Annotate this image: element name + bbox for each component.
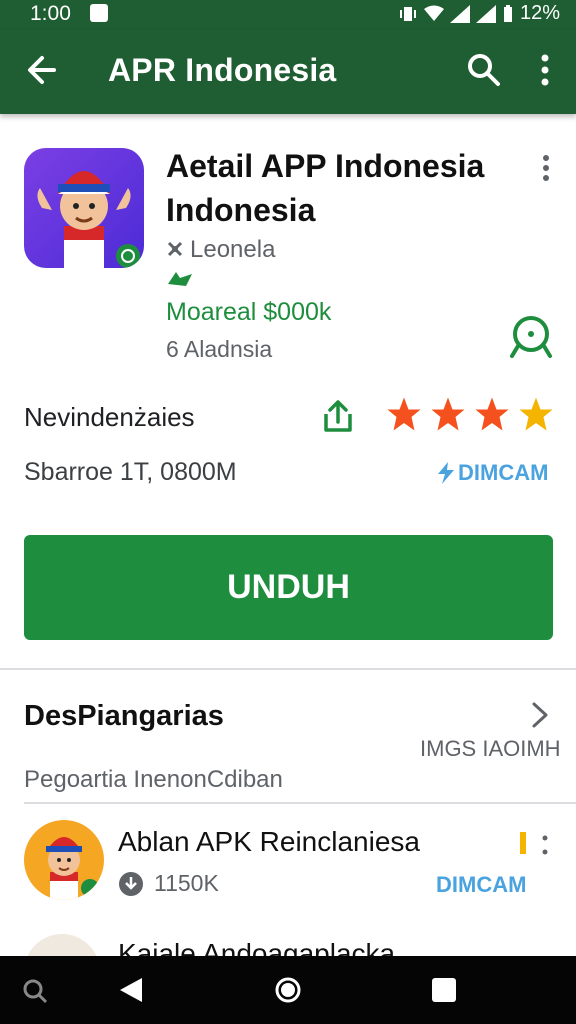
mascot-icon (37, 171, 140, 268)
battery-icon (503, 4, 512, 22)
badge-icon (168, 272, 192, 286)
chevron-right-icon[interactable] (528, 700, 552, 730)
list-more-icon[interactable] (538, 834, 552, 856)
wifi-icon (423, 5, 444, 21)
mascot-icon (46, 837, 99, 900)
list-item-title[interactable]: Ablan APK Reinclaniesa (118, 826, 420, 858)
nav-home-icon[interactable] (274, 976, 302, 1004)
app-developer[interactable]: Leonela (166, 236, 275, 264)
search-icon[interactable] (466, 52, 502, 88)
nav-back-icon[interactable] (118, 976, 144, 1004)
wishlist-icon[interactable] (506, 312, 556, 362)
notification-icon (90, 4, 108, 22)
list-domain-link[interactable]: DIMCAM (436, 872, 526, 898)
cell-signal-icon (449, 4, 470, 23)
install-button[interactable]: UNDUH (24, 535, 553, 640)
star-icon (387, 397, 421, 431)
divider (24, 802, 576, 804)
app-region: 6 Aladnsia (166, 336, 273, 362)
app-more-icon[interactable] (536, 152, 556, 182)
list-item-count: 1150K (154, 870, 219, 896)
search-icon[interactable] (22, 978, 48, 1004)
system-nav-bar (0, 956, 576, 1024)
download-count-icon (119, 871, 143, 896)
app-title: Aetail APP Indonesia Indonesia (166, 148, 485, 228)
page-title: APR Indonesia (108, 52, 337, 88)
section-title[interactable]: DesPiangarias (24, 700, 224, 733)
status-bar: 1:00 12% (0, 0, 576, 30)
domain-link[interactable]: DIMCAM (436, 460, 548, 486)
app-bar: APR Indonesia (0, 30, 576, 114)
rating-label: Nevindenżaies (24, 402, 195, 432)
list-item-title[interactable]: Kaiale Andoagaplacka (118, 938, 395, 956)
domain-label: DIMCAM (458, 460, 549, 485)
battery-percent: 12% (519, 2, 560, 24)
size-label: Sbarroe 1T, 0800M (24, 458, 237, 486)
more-vert-icon[interactable] (530, 52, 560, 88)
divider (0, 668, 576, 670)
status-time: 1:00 (30, 2, 71, 25)
app-price: Moareal $000k (166, 298, 332, 326)
back-arrow-icon[interactable] (24, 52, 60, 88)
developer-name: Leonela (190, 236, 276, 263)
list-item-meta: 1150K (118, 870, 219, 897)
star-icon (431, 397, 465, 431)
star-icon (519, 397, 553, 431)
vibrate-icon (399, 6, 416, 21)
lightning-icon (438, 462, 454, 484)
app-icon (24, 148, 144, 268)
star-icon (475, 397, 509, 431)
developer-icon (167, 241, 183, 257)
cell-signal-2-icon (475, 4, 496, 23)
list-domain-label: DIMCAM (436, 872, 527, 897)
section-subtitle: Pegoartia InenonCdiban (24, 766, 283, 793)
nav-recents-icon[interactable] (432, 978, 456, 1002)
status-icons: 12% (398, 2, 560, 25)
accent-bar (520, 832, 526, 854)
rating-stars (386, 396, 554, 432)
section-meta: IMGS IAOIMH (420, 736, 561, 761)
share-icon[interactable] (320, 398, 356, 434)
list-app-icon[interactable] (24, 820, 104, 900)
